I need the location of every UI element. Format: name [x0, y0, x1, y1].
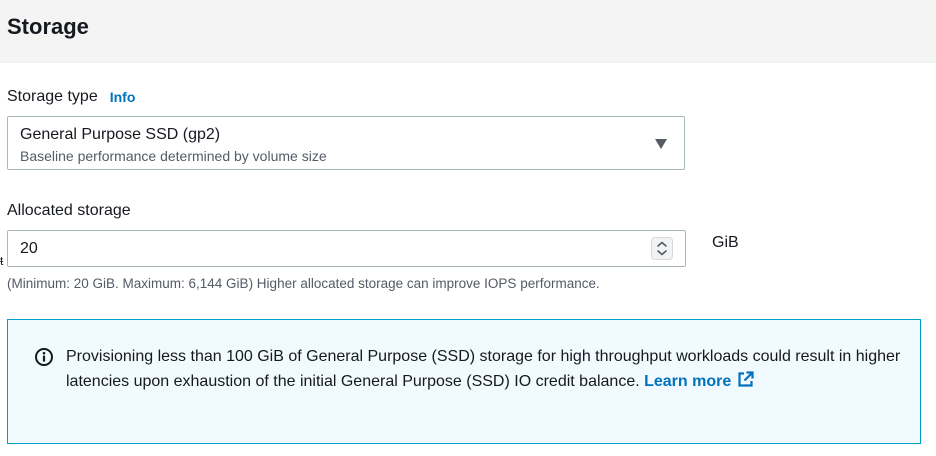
storage-type-select[interactable]: General Purpose SSD (gp2) Baseline perfo…: [7, 116, 685, 170]
storage-type-selected-description: Baseline performance determined by volum…: [20, 148, 327, 164]
storage-panel: Storage Storage type Info General Purpos…: [0, 0, 936, 456]
info-alert: Provisioning less than 100 GiB of Genera…: [7, 319, 921, 444]
storage-type-info-link[interactable]: Info: [110, 86, 136, 108]
allocated-storage-hint: (Minimum: 20 GiB. Maximum: 6,144 GiB) Hi…: [7, 276, 600, 291]
allocated-storage-unit: GiB: [712, 234, 739, 251]
allocated-storage-value: 20: [20, 240, 38, 257]
alert-message-block: Provisioning less than 100 GiB of Genera…: [66, 344, 906, 394]
info-circle-icon: [35, 348, 53, 366]
edge-glyph: ŧ: [0, 254, 4, 268]
caret-down-icon: [655, 139, 667, 149]
storage-type-label-row: Storage type Info: [7, 86, 135, 108]
section-header: Storage: [0, 0, 936, 63]
alert-message: Provisioning less than 100 GiB of Genera…: [66, 348, 901, 390]
section-title: Storage: [7, 14, 89, 39]
up-down-chevron-icon[interactable]: [651, 237, 673, 260]
learn-more-text: Learn more: [644, 373, 732, 390]
storage-type-label: Storage type: [7, 88, 98, 105]
allocated-storage-label: Allocated storage: [7, 202, 131, 219]
external-link-icon: [738, 371, 754, 387]
storage-type-selected-value: General Purpose SSD (gp2): [20, 126, 221, 143]
learn-more-link[interactable]: Learn more: [644, 371, 754, 390]
allocated-storage-input[interactable]: 20: [7, 230, 686, 267]
